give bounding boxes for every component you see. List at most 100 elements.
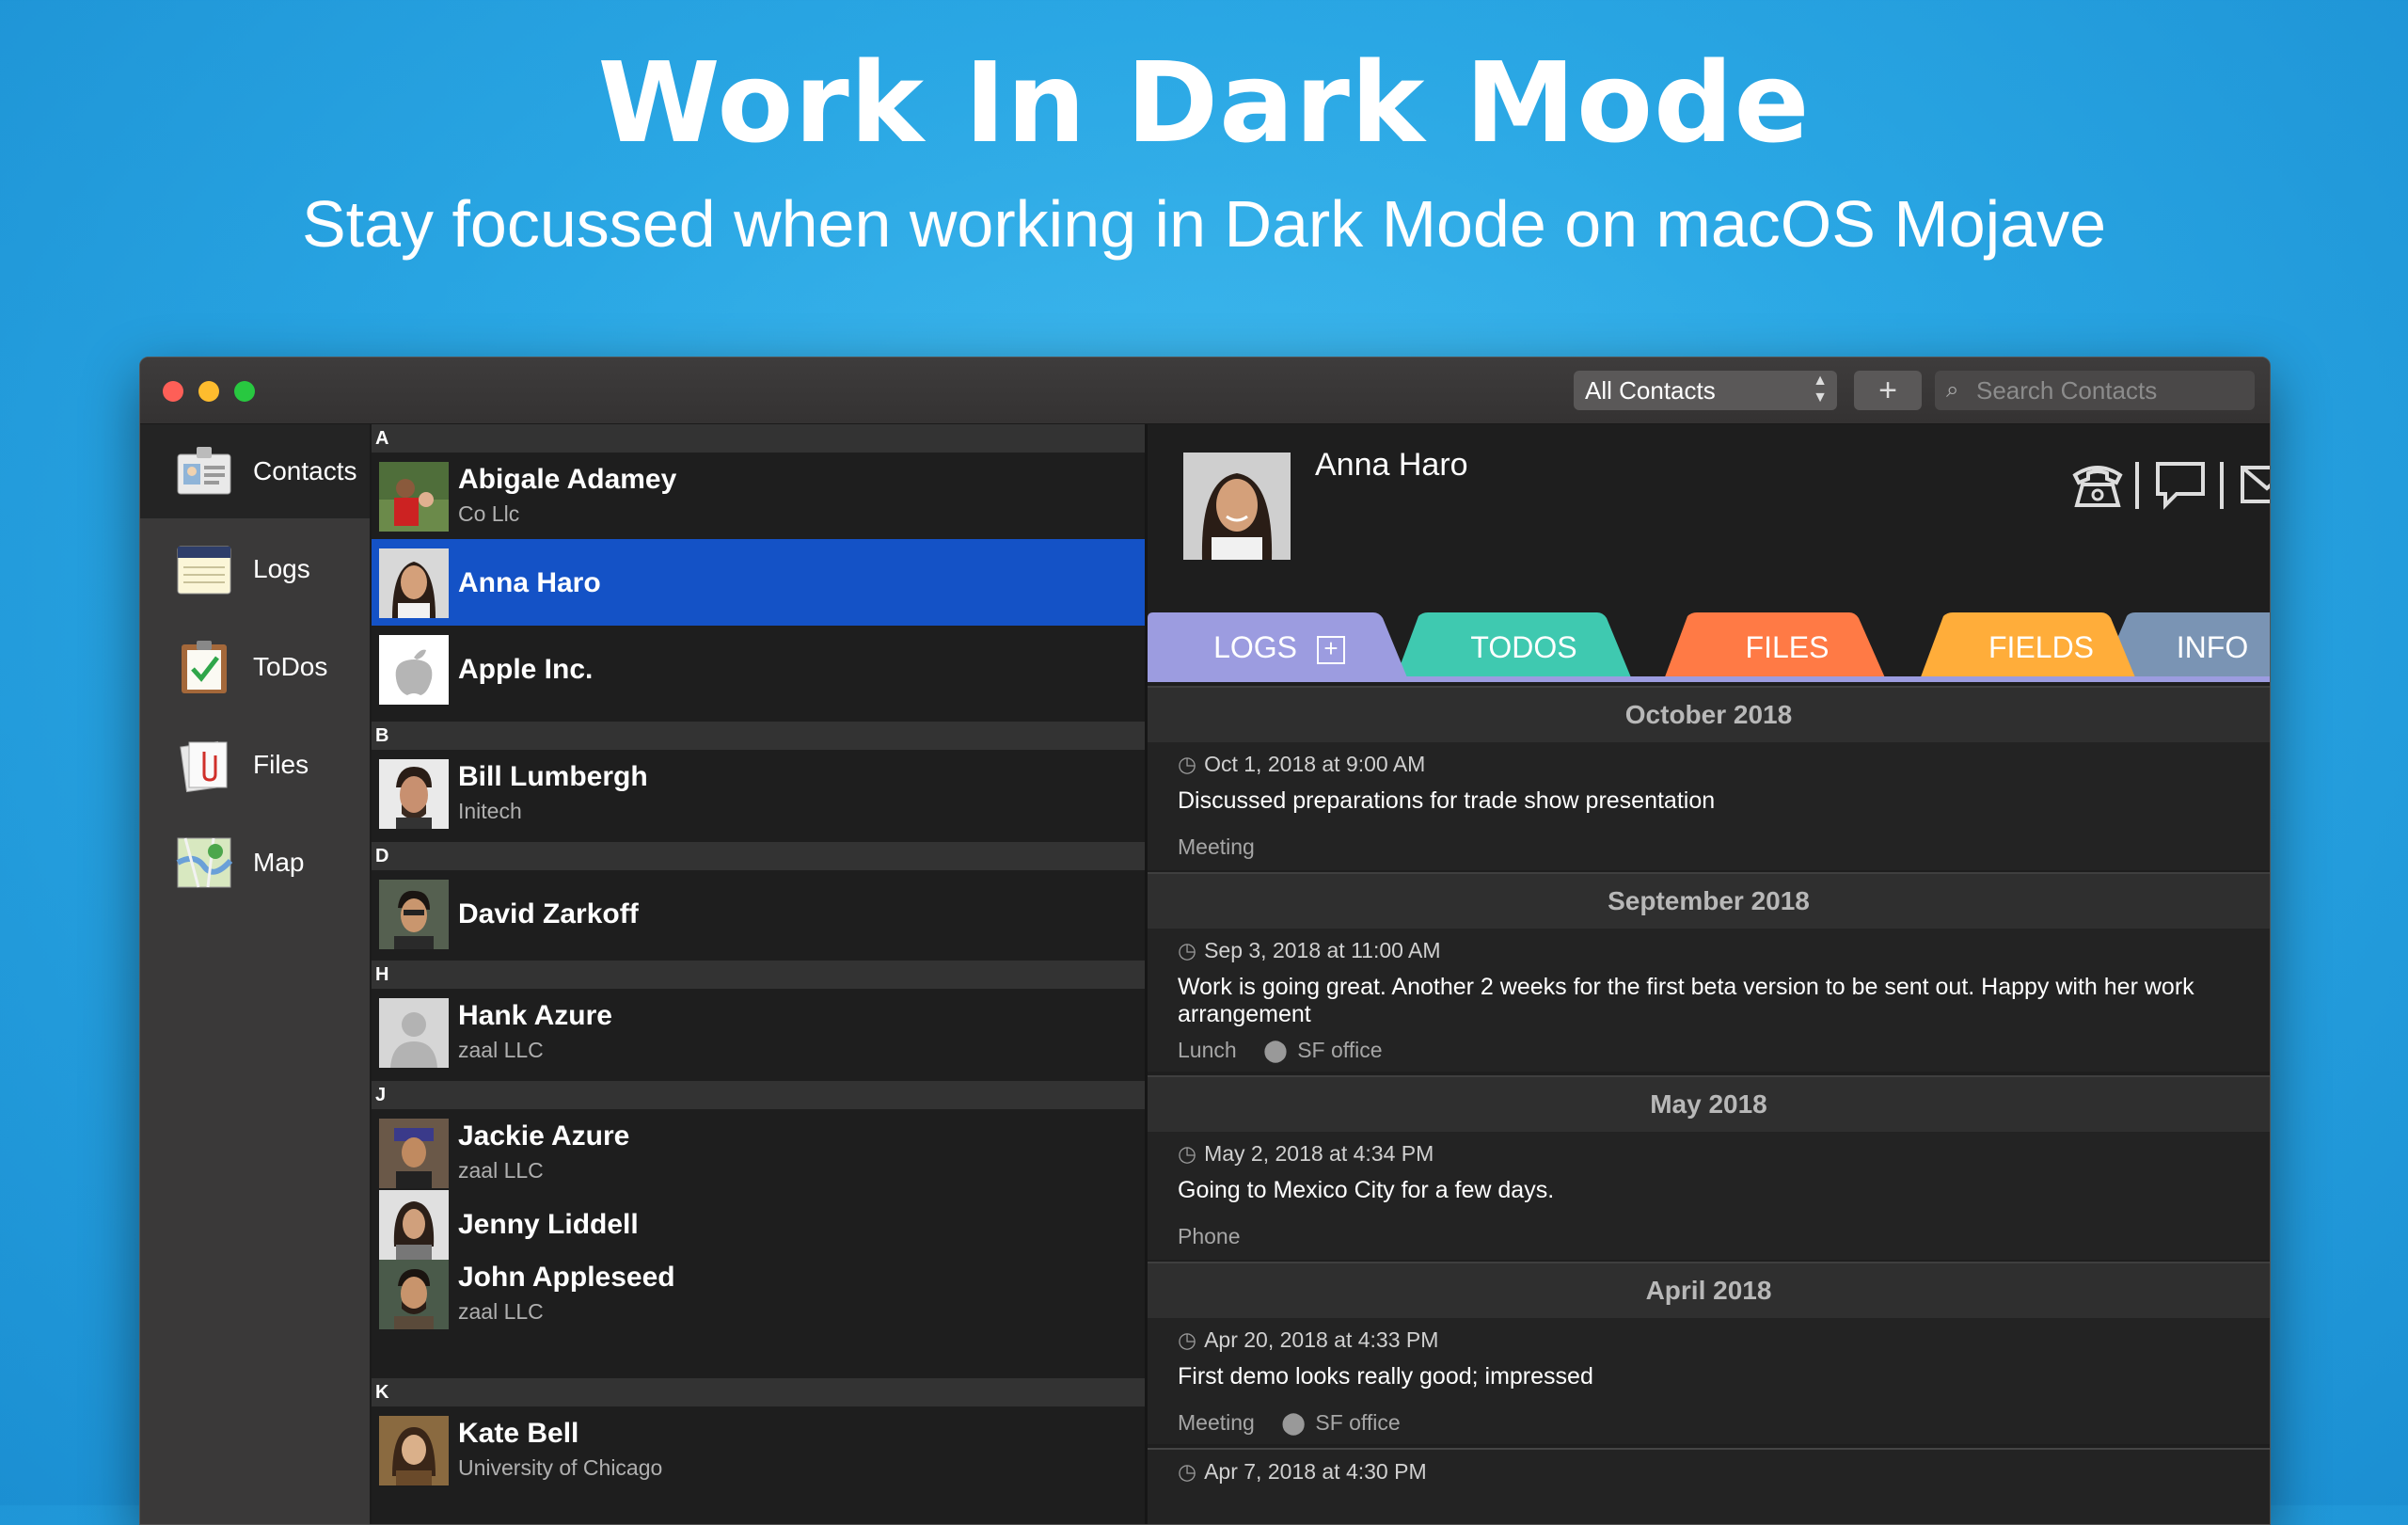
contact-name: Abigale Adamey xyxy=(458,464,677,495)
files-paperclip-icon xyxy=(180,740,228,793)
hero-subtitle: Stay focussed when working in Dark Mode … xyxy=(301,187,2107,261)
contact-detail-name: Anna Haro xyxy=(1315,447,1468,483)
log-entry[interactable]: ◷ Oct 1, 2018 at 9:00 AM Discussed prepar… xyxy=(1148,742,2270,870)
sidebar-item-map[interactable]: Map xyxy=(140,816,370,910)
log-datetime: Sep 3, 2018 at 11:00 AM xyxy=(1204,938,1441,962)
avatar xyxy=(379,1260,449,1329)
section-header: D xyxy=(372,842,1145,870)
contact-photo xyxy=(1183,453,1291,560)
contact-name: David Zarkoff xyxy=(458,898,639,929)
avatar xyxy=(379,1416,449,1485)
contact-name: Jenny Liddell xyxy=(458,1209,639,1240)
tab-label: LOGS xyxy=(1213,630,1298,664)
close-window-button[interactable] xyxy=(163,381,183,402)
contact-company: Co Llc xyxy=(458,501,520,526)
logs-notebook-icon xyxy=(177,546,231,595)
month-header: October 2018 xyxy=(1148,686,2270,744)
log-type: Meeting xyxy=(1178,834,1255,859)
log-text: First demo looks really good; impressed xyxy=(1178,1363,1593,1390)
clock-icon: ◷ xyxy=(1178,1327,1197,1352)
contacts-card-icon xyxy=(177,447,231,495)
contact-list: A Abigale Adamey Co Llc Anna Haro Apple … xyxy=(372,424,1148,1524)
avatar xyxy=(379,880,449,949)
contact-detail: Anna Haro LOGS + TODOS FILES FIELDS INFO… xyxy=(1148,424,2271,1524)
avatar xyxy=(379,462,449,532)
app-window: All Contacts ▲ ▼ + ⌕ Search Contacts Cont… xyxy=(139,357,2271,1525)
log-datetime: Apr 20, 2018 at 4:33 PM xyxy=(1204,1327,1439,1352)
sidebar-item-logs[interactable]: Logs xyxy=(140,522,370,616)
contact-row[interactable]: Abigale Adamey Co Llc xyxy=(372,453,1145,539)
contact-row[interactable]: Apple Inc. xyxy=(372,626,1145,712)
clock-icon: ◷ xyxy=(1178,752,1197,776)
log-entry[interactable]: ◷ May 2, 2018 at 4:34 PM Going to Mexico … xyxy=(1148,1132,2270,1260)
tab-logs[interactable]: LOGS + xyxy=(1185,612,1373,678)
contact-row-selected[interactable]: Anna Haro xyxy=(372,539,1145,626)
divider xyxy=(2220,462,2224,509)
mail-icon[interactable] xyxy=(2239,456,2271,513)
contact-row[interactable]: Hank Azure zaal LLC xyxy=(372,989,1145,1075)
phone-icon[interactable] xyxy=(2069,456,2126,513)
tab-info[interactable]: INFO xyxy=(2156,612,2269,678)
minimize-window-button[interactable] xyxy=(198,381,219,402)
month-header: May 2018 xyxy=(1148,1075,2270,1134)
contact-row[interactable]: Kate Bell University of Chicago xyxy=(372,1406,1145,1493)
divider xyxy=(2135,462,2139,509)
contact-company: zaal LLC xyxy=(458,1299,544,1324)
section-header: K xyxy=(372,1378,1145,1406)
default-avatar-icon xyxy=(379,998,449,1068)
contact-name: Hank Azure xyxy=(458,1000,612,1031)
tab-todos[interactable]: TODOS xyxy=(1430,612,1618,678)
sidebar-item-contacts[interactable]: Contacts xyxy=(140,424,370,518)
log-entry[interactable]: ◷ Apr 7, 2018 at 4:30 PM xyxy=(1148,1448,2270,1524)
section-header: J xyxy=(372,1081,1145,1109)
contact-row[interactable]: Bill Lumbergh Initech xyxy=(372,750,1145,836)
contact-row[interactable]: John Appleseed zaal LLC xyxy=(372,1250,1145,1337)
avatar xyxy=(379,1119,449,1188)
clock-icon: ◷ xyxy=(1178,938,1197,962)
log-location: SF office xyxy=(1297,1038,1383,1062)
title-bar: All Contacts ▲ ▼ + ⌕ Search Contacts xyxy=(140,357,2270,424)
sidebar-item-label: ToDos xyxy=(253,652,328,681)
month-header: April 2018 xyxy=(1148,1262,2270,1320)
sidebar-item-todos[interactable]: ToDos xyxy=(140,620,370,714)
section-header: B xyxy=(372,722,1145,750)
location-pin-icon: ⬤ xyxy=(1263,1038,1288,1062)
add-contact-button[interactable]: + xyxy=(1854,371,1922,410)
zoom-window-button[interactable] xyxy=(234,381,255,402)
avatar xyxy=(379,548,449,618)
log-entry[interactable]: ◷ Apr 20, 2018 at 4:33 PM First demo look… xyxy=(1148,1318,2270,1444)
log-text: Discussed preparations for trade show pr… xyxy=(1178,787,1716,814)
log-datetime: Apr 7, 2018 at 4:30 PM xyxy=(1204,1459,1427,1484)
log-text: Work is going great. Another 2 weeks for… xyxy=(1178,974,2194,1027)
section-header: H xyxy=(372,961,1145,989)
clock-icon: ◷ xyxy=(1178,1141,1197,1166)
location-pin-icon: ⬤ xyxy=(1281,1410,1306,1435)
month-header: September 2018 xyxy=(1148,872,2270,930)
sidebar-item-files[interactable]: Files xyxy=(140,718,370,812)
add-log-icon[interactable]: + xyxy=(1316,635,1345,664)
sidebar: Contacts Logs ToDos Files Map xyxy=(140,424,372,1524)
todos-clipboard-icon xyxy=(182,641,227,693)
detail-tabs: LOGS + TODOS FILES FIELDS INFO xyxy=(1148,612,2270,682)
tab-fields[interactable]: FIELDS xyxy=(1947,612,2135,678)
search-field[interactable]: ⌕ Search Contacts xyxy=(1935,371,2255,410)
updown-chevron-icon: ▲ ▼ xyxy=(1813,373,1828,405)
contact-name: Bill Lumbergh xyxy=(458,761,648,792)
sidebar-item-label: Contacts xyxy=(253,456,357,485)
search-icon: ⌕ xyxy=(1946,377,1959,403)
tab-files[interactable]: FILES xyxy=(1693,612,1881,678)
sidebar-item-label: Files xyxy=(253,750,309,779)
contact-company: University of Chicago xyxy=(458,1455,663,1480)
log-entry[interactable]: ◷ Sep 3, 2018 at 11:00 AM Work is going g… xyxy=(1148,929,2270,1072)
contact-row[interactable]: David Zarkoff xyxy=(372,870,1145,957)
log-type: Phone xyxy=(1178,1224,1241,1248)
sidebar-item-label: Map xyxy=(253,848,305,877)
message-bubble-icon[interactable] xyxy=(2152,456,2209,513)
log-datetime: Oct 1, 2018 at 9:00 AM xyxy=(1204,752,1426,776)
search-placeholder: Search Contacts xyxy=(1976,376,2158,405)
group-select[interactable]: All Contacts ▲ ▼ xyxy=(1574,371,1837,410)
log-type: Lunch xyxy=(1178,1038,1237,1062)
log-text: Going to Mexico City for a few days. xyxy=(1178,1177,1555,1203)
contact-company: zaal LLC xyxy=(458,1038,544,1062)
section-header: A xyxy=(372,424,1145,453)
